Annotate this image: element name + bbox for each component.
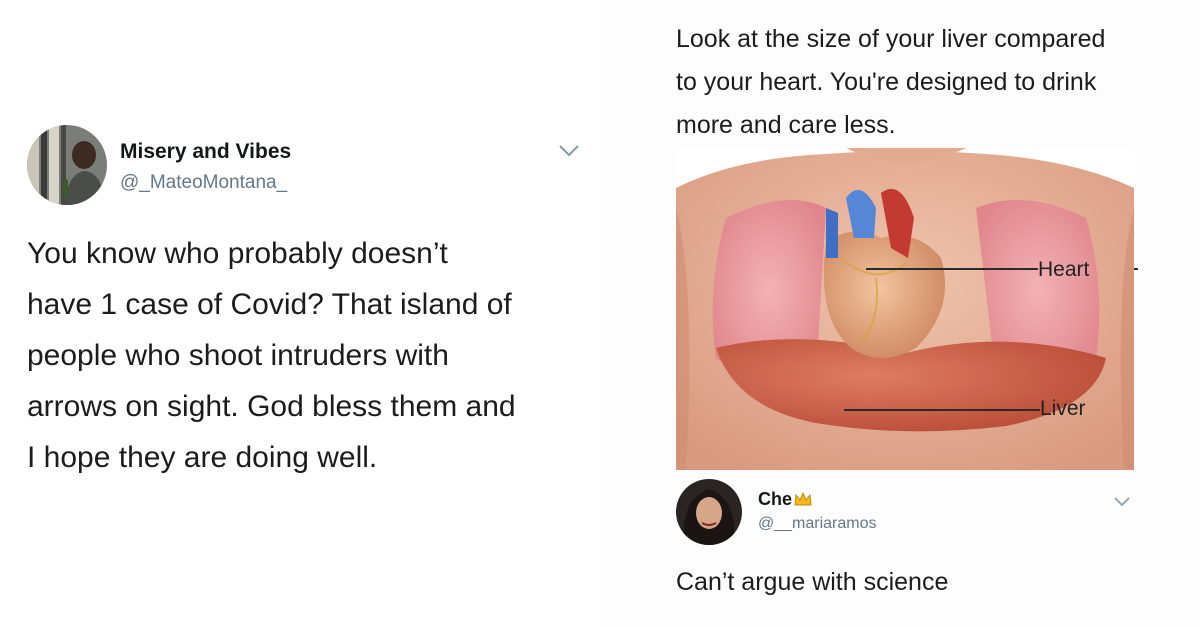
tweet-text-line: You know who probably doesn’t (27, 237, 448, 270)
avatar[interactable] (676, 479, 742, 545)
label-line-extension (1134, 268, 1138, 270)
display-name[interactable]: Misery and Vibes (120, 140, 291, 164)
caption-line: Look at the size of your liver compared (676, 25, 1106, 53)
display-name[interactable]: Che (758, 489, 812, 512)
heart-label: Heart (1038, 258, 1090, 281)
caption-line: more and care less. (676, 111, 896, 139)
reply-text: Can’t argue with science (676, 568, 949, 596)
avatar[interactable] (27, 125, 107, 205)
tweet-text: You know who probably doesn’t have 1 cas… (27, 228, 587, 483)
left-tweet-card: Misery and Vibes @_MateoMontana_ You kno… (0, 0, 600, 628)
tweet-text-line: I hope they are doing well. (27, 441, 378, 474)
caption-line: to your heart. You're designed to drink (676, 68, 1097, 96)
handle[interactable]: @_MateoMontana_ (120, 172, 287, 194)
crown-icon (794, 491, 812, 512)
anatomy-diagram (676, 148, 1134, 470)
tweet-text-line: arrows on sight. God bless them and (27, 390, 516, 423)
liver-label: Liver (1040, 397, 1086, 420)
chevron-down-icon[interactable] (1114, 494, 1130, 512)
handle[interactable]: @__mariaramos (758, 515, 877, 533)
tweet-text-line: people who shoot intruders with (27, 339, 449, 372)
chevron-down-icon[interactable] (558, 144, 580, 163)
tweet-text-line: have 1 case of Covid? That island of (27, 288, 512, 321)
meme-caption: Look at the size of your liver compared … (676, 18, 1176, 147)
display-name-text: Che (758, 489, 793, 509)
